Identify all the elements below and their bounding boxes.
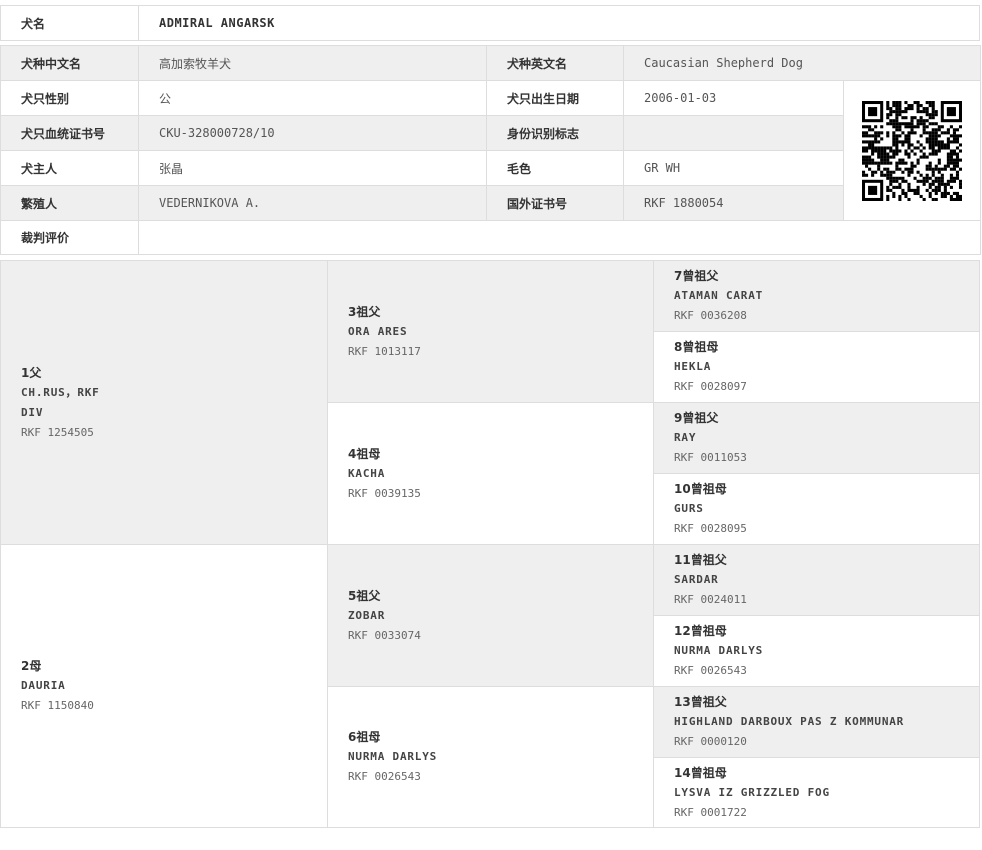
pedigree-ggp-12: 12曾祖母 NURMA DARLYS RKF 0026543 [653,615,980,687]
dam-name: DAURIA [21,679,66,692]
ggp13-relation: 13曾祖父 [674,695,727,709]
gp5-name: ZOBAR [348,608,386,622]
ggp13-name: HIGHLAND DARBOUX PAS Z KOMMUNAR [674,715,905,728]
ggp9-reg: RKF 0011053 [674,451,747,464]
pedigree-sire: 1父 CH.RUS，RKF DIV RKF 1254505 [0,260,328,545]
sire-relation: 1父 [21,365,42,380]
id-label: 身份识别标志 [486,115,624,151]
sire-name-line2: DIV [21,405,44,419]
gp4-relation: 4祖母 [348,446,381,461]
pedigree-gp-5: 5祖父 ZOBAR RKF 0033074 [327,544,654,687]
dob-label: 犬只出生日期 [486,80,624,116]
ggp10-relation: 10曾祖母 [674,482,727,496]
pedigree-gp-6: 6祖母 NURMA DARLYS RKF 0026543 [327,686,654,828]
ggp8-name: HEKLA [674,360,712,373]
judge-label: 裁判评价 [0,220,139,255]
ggp12-reg: RKF 0026543 [674,664,747,677]
gp3-relation: 3祖父 [348,304,381,319]
pedigree-ggp-8: 8曾祖母 HEKLA RKF 0028097 [653,331,980,403]
ggp14-reg: RKF 0001722 [674,805,747,819]
ggp11-relation: 11曾祖父 [674,553,727,567]
breed-en-value: Caucasian Shepherd Dog [622,45,982,81]
gp4-name: KACHA [348,466,386,480]
pedigree-ggp-14: 14曾祖母 LYSVA IZ GRIZZLED FOG RKF 0001722 [653,757,980,828]
color-label: 毛色 [486,150,624,186]
ggp11-name: SARDAR [674,573,719,586]
pedigree-ggp-11: 11曾祖父 SARDAR RKF 0024011 [653,544,980,616]
ggp7-name: ATAMAN CARAT [674,289,764,302]
ggp12-relation: 12曾祖母 [674,624,727,638]
gp5-reg: RKF 0033074 [348,628,421,642]
pedigree-gp-4: 4祖母 KACHA RKF 0039135 [327,402,654,545]
ggp9-name: RAY [674,431,697,444]
ggp7-relation: 7曾祖父 [674,269,719,283]
breed-cn-value: 高加索牧羊犬 [138,45,487,81]
dog-info-table: 犬种中文名 高加索牧羊犬 犬种英文名 Caucasian Shepherd Do… [0,45,982,255]
pedigree-ggp-10: 10曾祖母 GURS RKF 0028095 [653,473,980,545]
owner-value: 张晶 [138,150,487,186]
ggp14-name: LYSVA IZ GRIZZLED FOG [674,785,830,799]
dob-value: 2006-01-03 [623,80,844,116]
ggp7-reg: RKF 0036208 [674,309,747,322]
ggp8-reg: RKF 0028097 [674,380,747,393]
ggp10-reg: RKF 0028095 [674,522,747,535]
cert-label: 犬只血统证书号 [0,115,139,151]
pedigree-ggp-9: 9曾祖父 RAY RKF 0011053 [653,402,980,474]
ggp12-name: NURMA DARLYS [674,644,764,657]
breeder-label: 繁殖人 [0,185,139,221]
ggp11-reg: RKF 0024011 [674,593,747,606]
ggp9-relation: 9曾祖父 [674,411,719,425]
sex-value: 公 [138,80,487,116]
gp6-relation: 6祖母 [348,730,381,744]
ggp14-relation: 14曾祖母 [674,765,727,780]
color-value: GR WH [623,150,844,186]
gp3-name: ORA ARES [348,324,408,338]
qr-cell [842,80,982,221]
breeder-value: VEDERNIKOVA A. [138,185,487,221]
dog-name-table: 犬名 ADMIRAL ANGARSK [0,5,980,41]
breed-cn-label: 犬种中文名 [0,45,139,81]
breed-en-label: 犬种英文名 [486,45,624,81]
pedigree-ggp-13: 13曾祖父 HIGHLAND DARBOUX PAS Z KOMMUNAR RK… [653,686,980,758]
cert-value: CKU-328000728/10 [138,115,487,151]
pedigree-gp-3: 3祖父 ORA ARES RKF 1013117 [327,260,654,403]
ggp13-reg: RKF 0000120 [674,735,747,748]
pedigree-chart: 1父 CH.RUS，RKF DIV RKF 1254505 2母 DAURIA … [0,260,980,828]
dam-relation: 2母 [21,659,42,673]
sire-reg: RKF 1254505 [21,425,94,439]
foreign-cert-label: 国外证书号 [486,185,624,221]
ggp10-name: GURS [674,502,704,515]
id-value [623,115,844,151]
pedigree-dam: 2母 DAURIA RKF 1150840 [0,544,328,828]
foreign-cert-value: RKF 1880054 [623,185,844,221]
sire-name-line1: CH.RUS，RKF [21,385,100,399]
judge-value [137,220,982,255]
dog-name-value: ADMIRAL ANGARSK [138,5,980,41]
sex-label: 犬只性别 [0,80,139,116]
ggp8-relation: 8曾祖母 [674,340,719,354]
gp6-name: NURMA DARLYS [348,750,438,763]
dog-name-label: 犬名 [0,5,139,41]
pedigree-ggp-7: 7曾祖父 ATAMAN CARAT RKF 0036208 [653,260,980,332]
owner-label: 犬主人 [0,150,139,186]
gp4-reg: RKF 0039135 [348,486,421,500]
qr-code-icon [862,100,962,201]
gp6-reg: RKF 0026543 [348,770,421,783]
gp3-reg: RKF 1013117 [348,344,421,358]
dam-reg: RKF 1150840 [21,699,94,712]
gp5-relation: 5祖父 [348,588,381,603]
